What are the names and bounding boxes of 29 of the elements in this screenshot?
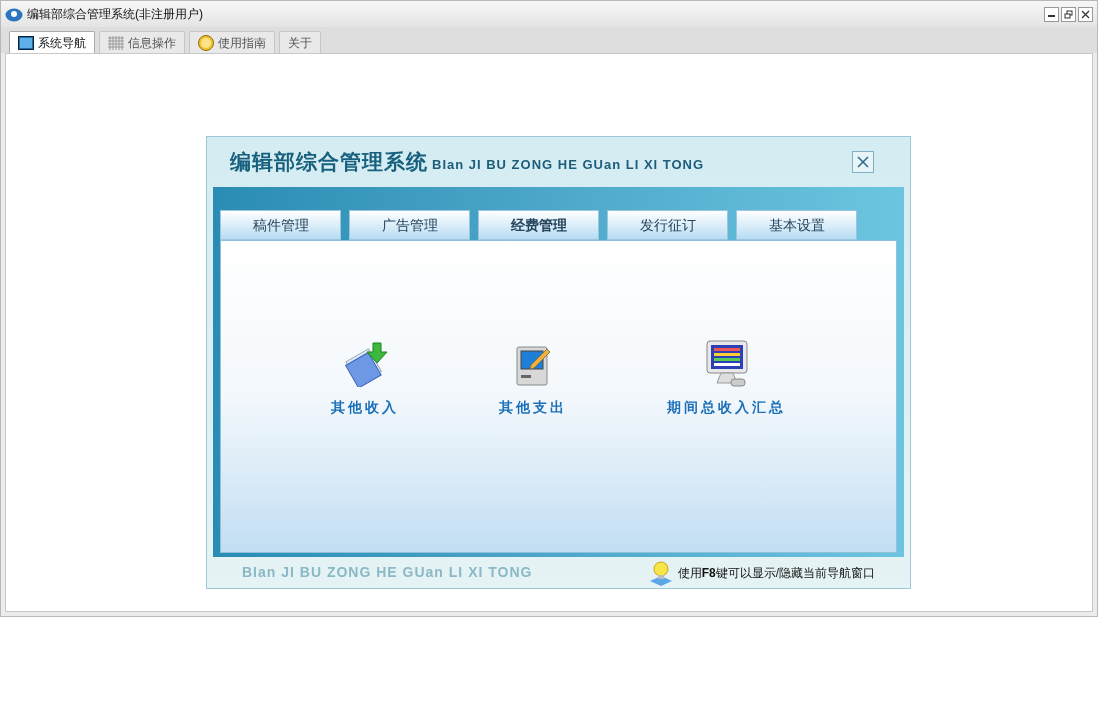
window-title: 编辑部综合管理系统(非注册用户) — [27, 6, 203, 23]
dialog-subtitle: BIan JI BU ZONG HE GUan LI XI TONG — [432, 156, 705, 175]
monitor-icon — [18, 35, 34, 50]
restore-icon — [1064, 9, 1073, 19]
window-tab[interactable]: 关于 — [279, 31, 321, 53]
window-tab[interactable]: 使用指南 — [189, 31, 275, 53]
window-tab[interactable]: 信息操作 — [99, 31, 185, 53]
computer-pencil-icon — [513, 343, 553, 387]
minimize-button[interactable] — [1044, 6, 1059, 22]
dialog-tab[interactable]: 稿件管理 — [220, 210, 341, 240]
dialog-tab[interactable]: 基本设置 — [736, 210, 857, 240]
dialog-title: 编辑部综合管理系统 — [230, 149, 428, 176]
dialog-tab[interactable]: 广告管理 — [349, 210, 470, 240]
footer-brand: BIan JI BU ZONG HE GUan LI XI TONG — [242, 563, 533, 582]
restore-button[interactable] — [1061, 6, 1076, 22]
function-button[interactable]: 其他支出 — [499, 339, 567, 419]
function-button[interactable]: 其他收入 — [331, 339, 399, 419]
function-button[interactable]: 期间总收入汇总 — [667, 339, 786, 419]
close-icon — [857, 156, 869, 168]
hint-text: 使用F8键可以显示/隐藏当前导航窗口 — [677, 564, 875, 582]
app-logo-icon — [5, 6, 23, 22]
close-button[interactable] — [1078, 6, 1093, 22]
grid-icon — [108, 35, 124, 50]
dialog-tab[interactable]: 经费管理 — [478, 210, 599, 240]
close-icon — [1081, 9, 1090, 19]
dialog-tab[interactable]: 发行征订 — [607, 210, 728, 240]
monitor-chart-icon — [704, 339, 749, 387]
window-tab[interactable]: 系统导航 — [9, 31, 95, 53]
help-icon — [198, 34, 214, 51]
